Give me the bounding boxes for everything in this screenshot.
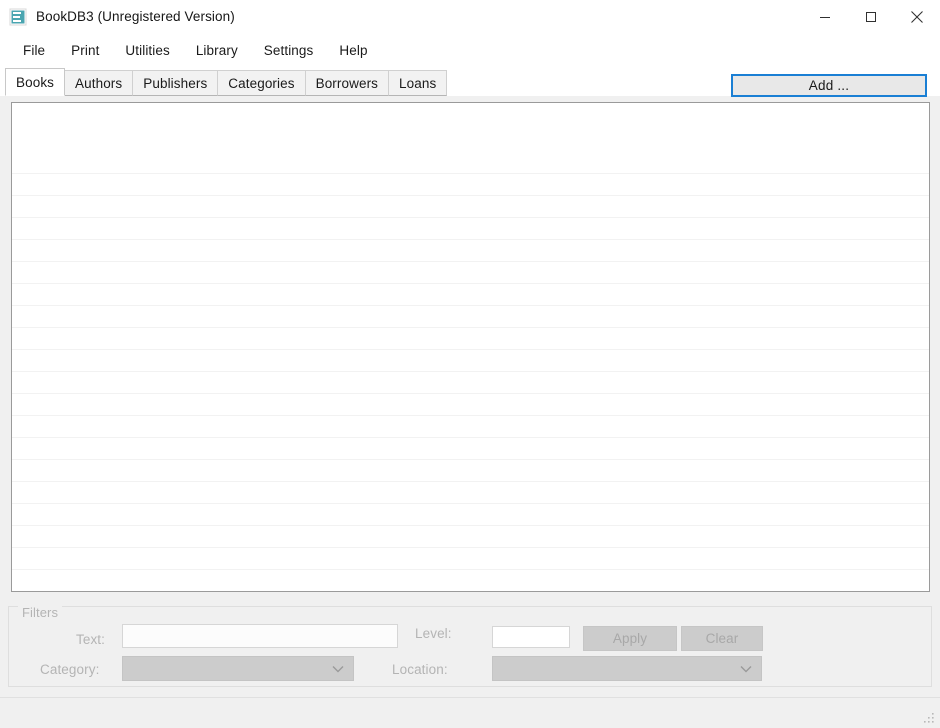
- title-bar: BookDB3 (Unregistered Version): [0, 0, 940, 33]
- tab-list: Books Authors Publishers Categories Borr…: [5, 68, 448, 96]
- status-bar: [0, 697, 940, 728]
- table-row[interactable]: [12, 482, 929, 504]
- minimize-icon: [820, 16, 830, 18]
- table-row[interactable]: [12, 284, 929, 306]
- table-row[interactable]: [12, 526, 929, 548]
- filters-legend: Filters: [18, 605, 63, 620]
- tab-authors[interactable]: Authors: [64, 70, 134, 96]
- close-button[interactable]: [894, 0, 940, 33]
- table-row[interactable]: [12, 372, 929, 394]
- books-list-view[interactable]: [11, 102, 930, 592]
- category-filter-label: Category:: [40, 662, 100, 677]
- app-logo-icon: [9, 8, 27, 25]
- menu-item-print[interactable]: Print: [58, 40, 112, 61]
- table-row[interactable]: [12, 548, 929, 570]
- table-row[interactable]: [12, 152, 929, 174]
- menu-item-library[interactable]: Library: [183, 40, 251, 61]
- tab-borrowers[interactable]: Borrowers: [304, 70, 390, 96]
- list-row-container: [12, 152, 929, 591]
- tab-publishers[interactable]: Publishers: [132, 70, 219, 96]
- table-row[interactable]: [12, 438, 929, 460]
- add-button[interactable]: Add ...: [731, 74, 927, 97]
- window-controls: [802, 0, 940, 33]
- table-row[interactable]: [12, 240, 929, 262]
- table-row[interactable]: [12, 504, 929, 526]
- table-row[interactable]: [12, 306, 929, 328]
- maximize-button[interactable]: [848, 0, 894, 33]
- tab-books[interactable]: Books: [5, 68, 66, 96]
- level-filter-label: Level:: [415, 626, 452, 641]
- menu-item-help[interactable]: Help: [326, 40, 380, 61]
- tab-loans[interactable]: Loans: [388, 70, 448, 96]
- location-filter-combobox[interactable]: [492, 656, 762, 681]
- table-row[interactable]: [12, 262, 929, 284]
- maximize-icon: [866, 11, 876, 22]
- text-filter-label: Text:: [76, 632, 106, 647]
- apply-filter-button[interactable]: Apply: [583, 626, 677, 651]
- tab-categories[interactable]: Categories: [217, 70, 306, 96]
- level-filter-input[interactable]: [492, 626, 570, 648]
- table-row[interactable]: [12, 174, 929, 196]
- close-icon: [911, 10, 923, 23]
- location-filter-label: Location:: [392, 662, 448, 677]
- text-filter-input[interactable]: [122, 624, 398, 648]
- table-row[interactable]: [12, 328, 929, 350]
- chevron-down-icon: [740, 665, 752, 672]
- table-row[interactable]: [12, 460, 929, 482]
- menu-item-file[interactable]: File: [10, 40, 58, 61]
- category-filter-combobox[interactable]: [122, 656, 354, 681]
- menu-bar: File Print Utilities Library Settings He…: [0, 33, 940, 68]
- resize-grip-icon[interactable]: [923, 712, 936, 725]
- table-row[interactable]: [12, 218, 929, 240]
- window-title: BookDB3 (Unregistered Version): [36, 9, 235, 24]
- table-row[interactable]: [12, 394, 929, 416]
- table-row[interactable]: [12, 416, 929, 438]
- table-row[interactable]: [12, 570, 929, 591]
- minimize-button[interactable]: [802, 0, 848, 33]
- table-row[interactable]: [12, 350, 929, 372]
- menu-item-settings[interactable]: Settings: [251, 40, 327, 61]
- table-row[interactable]: [12, 196, 929, 218]
- menu-item-utilities[interactable]: Utilities: [112, 40, 182, 61]
- chevron-down-icon: [332, 665, 344, 672]
- clear-filter-button[interactable]: Clear: [681, 626, 763, 651]
